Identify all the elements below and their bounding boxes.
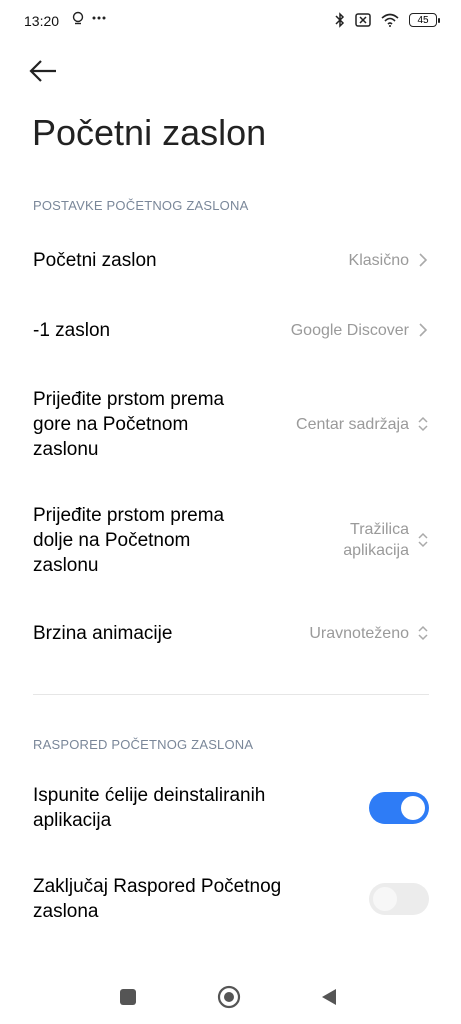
toggle-knob bbox=[373, 887, 397, 911]
arrow-left-icon bbox=[29, 60, 56, 82]
wifi-icon bbox=[381, 13, 399, 27]
row-fill-cells[interactable]: Ispunite ćelije deinstaliranih aplikacij… bbox=[33, 782, 429, 834]
page-title: Početni zaslon bbox=[32, 112, 267, 153]
row-animation-speed[interactable]: Brzina animacije Uravnoteženo bbox=[33, 617, 429, 649]
row-swipe-up[interactable]: Prijeđite prstom prema gore na Početnom … bbox=[33, 386, 429, 462]
row-swipe-down[interactable]: Prijeđite prstom prema dolje na Početnom… bbox=[33, 502, 429, 578]
battery-level: 45 bbox=[417, 14, 429, 26]
row-label: Prijeđite prstom prema gore na Početnom … bbox=[33, 388, 225, 460]
navigation-bar bbox=[0, 972, 461, 1024]
alarm-icon bbox=[72, 11, 84, 25]
status-time: 13:20 bbox=[24, 13, 60, 29]
chevron-updown-icon bbox=[418, 625, 428, 641]
bluetooth-icon bbox=[335, 12, 345, 28]
row-label: Brzina animacije bbox=[33, 622, 173, 644]
chevron-updown-icon bbox=[418, 532, 428, 548]
row-label: Prijeđite prstom prema dolje na Početnom… bbox=[33, 504, 225, 576]
row-value: Uravnoteženo bbox=[309, 624, 409, 642]
row-lock-layout[interactable]: Zaključaj Raspored Početnog zaslona bbox=[33, 873, 429, 925]
more-dots-icon bbox=[92, 16, 106, 20]
chevron-right-icon bbox=[419, 323, 428, 337]
chevron-updown-icon bbox=[418, 416, 428, 432]
row-label: Zaključaj Raspored Početnog zaslona bbox=[33, 876, 282, 922]
section-header-layout: RASPORED POČETNOG ZASLONA bbox=[33, 737, 254, 752]
row-label: Početni zaslon bbox=[33, 249, 157, 271]
row-value: Tražilica aplikacija bbox=[343, 521, 409, 559]
row-value: Centar sadržaja bbox=[296, 415, 409, 433]
back-triangle-icon[interactable] bbox=[320, 987, 338, 1007]
section-header-settings: POSTAVKE POČETNOG ZASLONA bbox=[33, 198, 249, 213]
back-button[interactable] bbox=[28, 58, 62, 86]
home-circle-icon[interactable] bbox=[217, 985, 241, 1009]
sim-off-icon bbox=[355, 13, 371, 27]
chevron-right-icon bbox=[419, 253, 428, 267]
battery-icon: 45 bbox=[409, 13, 440, 27]
section-divider bbox=[33, 694, 429, 695]
row-label: Ispunite ćelije deinstaliranih aplikacij… bbox=[33, 785, 266, 831]
row-minus-one-screen[interactable]: -1 zaslon Google Discover bbox=[33, 314, 429, 346]
fill-cells-toggle[interactable] bbox=[369, 792, 429, 824]
status-bar: 13:20 45 bbox=[0, 0, 461, 44]
toggle-knob bbox=[401, 796, 425, 820]
row-home-screen[interactable]: Početni zaslon Klasično bbox=[33, 244, 429, 276]
lock-layout-toggle[interactable] bbox=[369, 883, 429, 915]
row-value: Klasično bbox=[348, 251, 409, 269]
recents-square-icon[interactable] bbox=[119, 988, 137, 1006]
row-value: Google Discover bbox=[290, 321, 409, 339]
row-label: -1 zaslon bbox=[33, 319, 111, 341]
